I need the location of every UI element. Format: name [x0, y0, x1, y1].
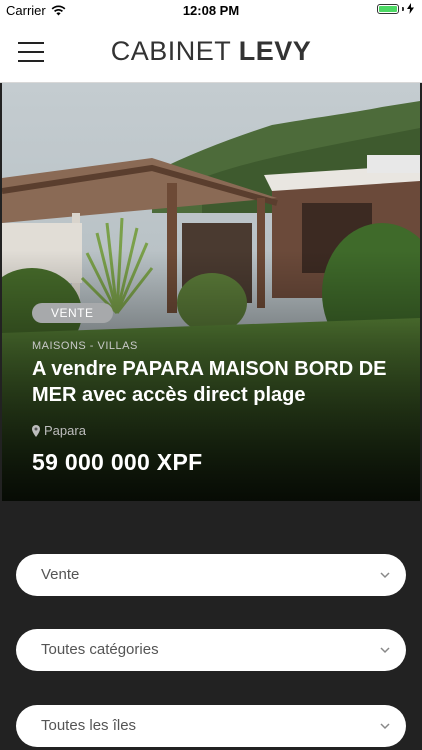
chevron-down-icon: [380, 572, 390, 579]
brand-light: CABINET: [110, 36, 231, 66]
location-pin-icon: [32, 424, 40, 437]
brand-logo: CABINET LEVY: [0, 36, 422, 67]
category-select[interactable]: Toutes catégories: [16, 629, 406, 671]
battery-fill: [379, 5, 397, 12]
select-label: Toutes catégories: [41, 641, 159, 658]
featured-listing-card[interactable]: VENTE MAISONS - VILLAS A vendre PAPARA M…: [2, 83, 420, 501]
status-right: [377, 3, 414, 14]
select-label: Toutes les îles: [41, 717, 137, 734]
listing-title[interactable]: A vendre PAPARA MAISON BORD DE MER avec …: [32, 356, 392, 408]
island-select[interactable]: Toutes les îles: [16, 705, 406, 747]
location-label: Papara: [44, 423, 86, 438]
charging-icon: [407, 3, 414, 14]
select-label: Vente: [41, 566, 80, 583]
status-bar: Carrier 12:08 PM: [0, 0, 422, 22]
search-filters: Vente Toutes catégories Toutes les îles: [0, 502, 422, 750]
chevron-down-icon: [380, 647, 390, 654]
transaction-type-select[interactable]: Vente: [16, 554, 406, 596]
brand-bold: LEVY: [238, 36, 312, 66]
listing-category: MAISONS - VILLAS: [32, 340, 138, 352]
nav-bar: CABINET LEVY: [0, 22, 422, 83]
listing-location: Papara: [32, 423, 86, 438]
battery-tip: [402, 6, 404, 11]
status-time: 12:08 PM: [182, 3, 240, 18]
chevron-down-icon: [380, 723, 390, 730]
hero-overlay: [2, 83, 420, 501]
battery-icon: [377, 3, 399, 14]
listing-price: 59 000 000 XPF: [32, 449, 203, 475]
status-badge: VENTE: [32, 303, 113, 323]
